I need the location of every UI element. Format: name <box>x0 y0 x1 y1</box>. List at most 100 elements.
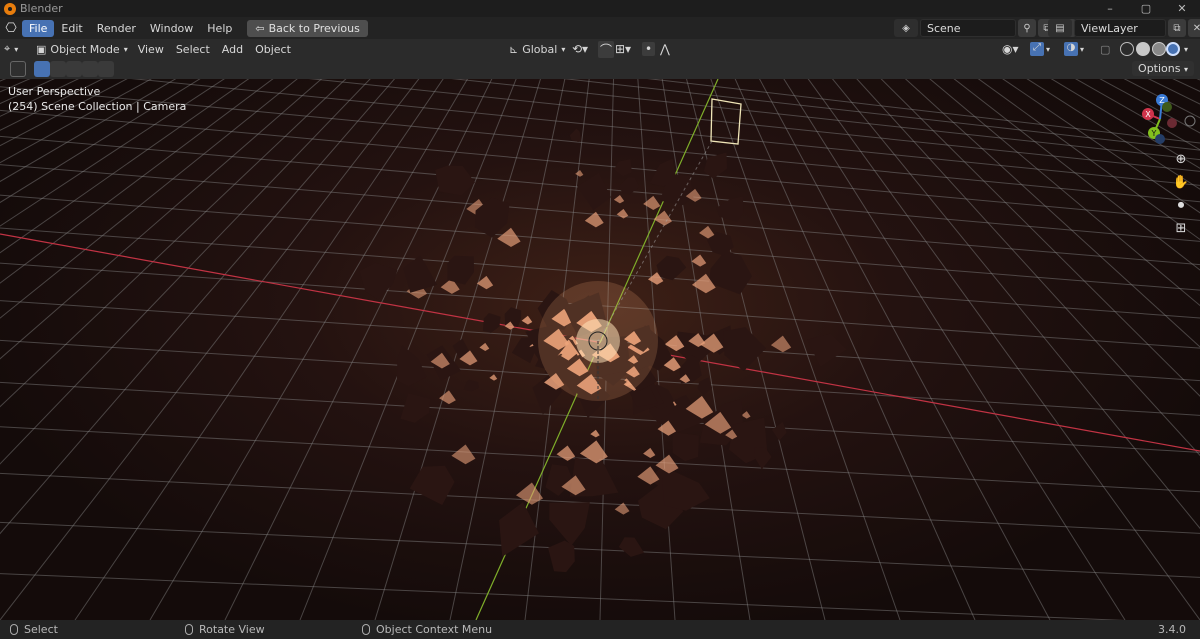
camera-view-icon[interactable]: ⏺ <box>1172 198 1190 216</box>
debris-lit-face <box>521 315 533 325</box>
mode-selector[interactable]: ▣ Object Mode ▾ <box>32 43 132 56</box>
xray-toggle-icon[interactable]: ▢ <box>1100 43 1110 56</box>
debris-shard <box>672 432 699 462</box>
chevron-down-icon[interactable]: ▾ <box>1046 45 1050 54</box>
menu-window[interactable]: Window <box>143 20 200 37</box>
viewlayer-name: ViewLayer <box>1081 21 1138 35</box>
menu-object[interactable]: Object <box>249 43 297 56</box>
neg-y-axis-handle[interactable] <box>1162 102 1172 112</box>
options-dropdown[interactable]: Options ▾ <box>1132 61 1194 76</box>
orientation-label: Global <box>522 42 558 56</box>
menu-select[interactable]: Select <box>170 43 216 56</box>
debris-lit-face <box>590 429 600 438</box>
debris-shard <box>447 255 474 285</box>
solid-shading-icon[interactable] <box>1136 42 1150 56</box>
menu-edit[interactable]: Edit <box>54 20 89 37</box>
debris-shard <box>409 465 455 505</box>
select-intersect-icon[interactable] <box>98 61 114 77</box>
mode-label: Object Mode <box>50 42 120 56</box>
object-mode-icon: ▣ <box>36 42 47 56</box>
select-new-icon[interactable] <box>34 61 50 77</box>
select-extend-icon[interactable] <box>50 61 66 77</box>
menu-help[interactable]: Help <box>200 20 239 37</box>
zoom-icon[interactable]: ⊕ <box>1172 152 1190 170</box>
pivot-icon[interactable]: ⟲▾ <box>572 42 588 56</box>
mouse-middle-icon <box>185 624 193 635</box>
minimize-button[interactable]: – <box>1092 0 1128 17</box>
viewlayer-field[interactable]: ViewLayer <box>1074 19 1166 37</box>
navigation-gizmo[interactable]: X Y Z <box>1120 87 1200 157</box>
select-subtract-icon[interactable] <box>66 61 82 77</box>
neg-z-axis-handle[interactable] <box>1155 134 1165 144</box>
menu-view[interactable]: View <box>132 43 170 56</box>
debris-shard <box>716 196 744 222</box>
scene-name: Scene <box>927 21 961 35</box>
editor-type-selector[interactable]: ⌖ ▾ <box>0 42 32 56</box>
debris-shard <box>504 307 522 327</box>
status-rotate-label: Rotate View <box>199 623 265 636</box>
debris-shard <box>807 333 847 367</box>
delete-viewlayer-button[interactable]: ✕ <box>1188 19 1200 37</box>
rendered-shading-icon[interactable] <box>1166 42 1180 56</box>
chevron-down-icon: ▾ <box>123 44 128 54</box>
orthographic-grid-icon[interactable]: ⊞ <box>1172 221 1190 239</box>
proportional-edit-icon[interactable]: • <box>642 42 656 56</box>
pin-scene-icon[interactable]: ⚲ <box>1018 19 1036 37</box>
select-invert-icon[interactable] <box>82 61 98 77</box>
status-context-label: Object Context Menu <box>376 623 493 636</box>
transform-orientation-selector[interactable]: ⊾ Global ▾ <box>505 43 569 56</box>
neg-x-axis-handle[interactable] <box>1167 118 1177 128</box>
status-bar: Select Rotate View Object Context Menu 3… <box>0 620 1200 639</box>
visibility-icon[interactable]: ◉▾ <box>1002 42 1019 56</box>
menu-render[interactable]: Render <box>90 20 143 37</box>
menu-file[interactable]: File <box>22 19 55 37</box>
debris-shard <box>656 255 687 281</box>
debris-shard <box>618 537 645 557</box>
back-icon: ⇦ <box>255 21 265 35</box>
collection-label: (254) Scene Collection | Camera <box>8 100 187 113</box>
debris-shard <box>697 377 713 396</box>
debris-shard <box>482 313 501 333</box>
chevron-down-icon[interactable]: ▾ <box>1080 45 1084 54</box>
debris-lit-face <box>770 335 792 353</box>
material-shading-icon[interactable] <box>1152 42 1166 56</box>
overlays-toggle-icon[interactable]: ◑ <box>1064 42 1078 56</box>
debris-lit-face <box>613 194 625 204</box>
menu-add[interactable]: Add <box>216 43 249 56</box>
blender-menu-icon[interactable]: ⎔ <box>0 19 22 37</box>
snap-target-icon[interactable]: ⊞▾ <box>615 42 631 56</box>
debris-lit-face <box>643 447 656 459</box>
pan-hand-icon[interactable]: ✋ <box>1172 175 1190 193</box>
close-button[interactable]: ✕ <box>1164 0 1200 17</box>
orientation-icon: ⊾ <box>509 42 519 56</box>
gizmo-toggle-icon[interactable]: ⤢ <box>1030 42 1044 56</box>
debris-lit-face <box>584 211 604 228</box>
title-bar: Blender – ▢ ✕ <box>0 0 1200 17</box>
debris-shard <box>662 471 710 511</box>
viewlayer-icon[interactable]: ▤ <box>1048 19 1072 37</box>
debris-shard <box>614 159 632 177</box>
falloff-icon[interactable]: ⋀ <box>660 42 670 56</box>
debris-shard <box>396 345 427 387</box>
scene-icon[interactable]: ◈ <box>894 19 918 37</box>
new-viewlayer-button[interactable]: ⧉ <box>1168 19 1186 37</box>
status-select: Select <box>10 623 58 636</box>
debris-shard <box>577 172 611 211</box>
debris-shard <box>359 262 398 300</box>
back-to-previous-button[interactable]: ⇦ Back to Previous <box>247 19 368 37</box>
debris-shard <box>753 447 772 470</box>
neg-x-ghost-handle[interactable] <box>1184 115 1196 127</box>
chevron-down-icon[interactable]: ▾ <box>1184 45 1188 54</box>
maximize-button[interactable]: ▢ <box>1128 0 1164 17</box>
3d-viewport[interactable]: User Perspective (254) Scene Collection … <box>0 79 1200 620</box>
wireframe-shading-icon[interactable] <box>1120 42 1134 56</box>
blender-logo-icon <box>4 2 16 15</box>
debris-lit-face <box>653 210 672 226</box>
select-tool-icon[interactable] <box>10 61 26 77</box>
grid-line <box>563 79 1200 151</box>
tool-settings-row: Options ▾ <box>0 59 1200 79</box>
grid-line <box>734 79 976 620</box>
debris-shard <box>435 165 475 196</box>
scene-field[interactable]: Scene <box>920 19 1016 37</box>
snap-icon[interactable]: ⌒ <box>598 40 615 58</box>
